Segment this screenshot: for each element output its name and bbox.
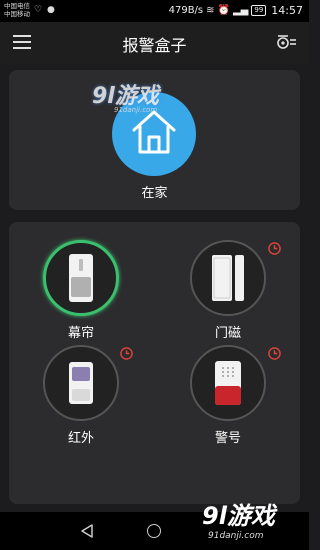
timer-icon[interactable]	[268, 347, 281, 360]
watermark-url-text: 91danji.com	[208, 531, 264, 541]
carrier-info: 中国电信 中国移动	[4, 2, 30, 18]
device-settings-icon[interactable]	[275, 33, 297, 51]
sensor-label: 红外	[67, 431, 94, 446]
home-nav-icon[interactable]	[147, 524, 161, 538]
chat-icon: ●	[46, 5, 56, 15]
sensor-siren[interactable]: 警号	[168, 327, 288, 447]
sensor-door[interactable]: 门磁	[168, 222, 288, 342]
battery-icon: 99	[251, 5, 267, 16]
notification-icons: ♡ ●	[34, 5, 56, 15]
page-title: 报警盒子	[122, 36, 187, 55]
sensor-ring	[43, 345, 119, 421]
net-speed: 479B/s	[168, 5, 204, 16]
back-icon[interactable]	[80, 524, 94, 538]
sensor-curtain[interactable]: 幕帘	[21, 222, 141, 342]
timer-icon[interactable]	[120, 347, 133, 360]
signal-icon: ▂▄	[232, 5, 249, 16]
heart-icon: ♡	[34, 5, 44, 15]
status-right: 479B/s ≋ ⏰ ▂▄ 99 14:57	[169, 4, 303, 17]
carrier-2: 中国移动	[4, 10, 30, 18]
alarm-icon: ⏰	[217, 5, 230, 16]
sensor-label: 警号	[214, 431, 241, 446]
sensor-ring	[190, 240, 266, 316]
sensor-ring	[43, 240, 119, 316]
siren-icon	[215, 361, 241, 405]
watermark-logo-top: 9l游戏 91danji.com	[92, 78, 188, 118]
status-bar: 中国电信 中国移动 ♡ ● 479B/s ≋ ⏰ ▂▄ 99 14:57	[0, 0, 309, 22]
clock-time: 14:57	[271, 4, 303, 17]
door-sensor-icon	[212, 255, 244, 301]
watermark-logo-text: 9l游戏	[202, 502, 275, 530]
wifi-icon: ≋	[206, 5, 215, 16]
sensor-infrared[interactable]: 红外	[21, 327, 141, 447]
carrier-1: 中国电信	[4, 2, 30, 10]
watermark-logo-bottom: 9l游戏 91danji.com	[202, 496, 307, 542]
app-header: 报警盒子	[0, 22, 309, 64]
watermark-url-text: 91danji.com	[114, 106, 158, 114]
infrared-sensor-icon	[69, 362, 93, 404]
curtain-sensor-icon	[69, 254, 93, 302]
sensor-ring	[190, 345, 266, 421]
timer-icon[interactable]	[268, 242, 281, 255]
mode-label: 在家	[141, 186, 168, 201]
sensor-card: 幕帘 门磁 红外 警号	[9, 222, 300, 504]
